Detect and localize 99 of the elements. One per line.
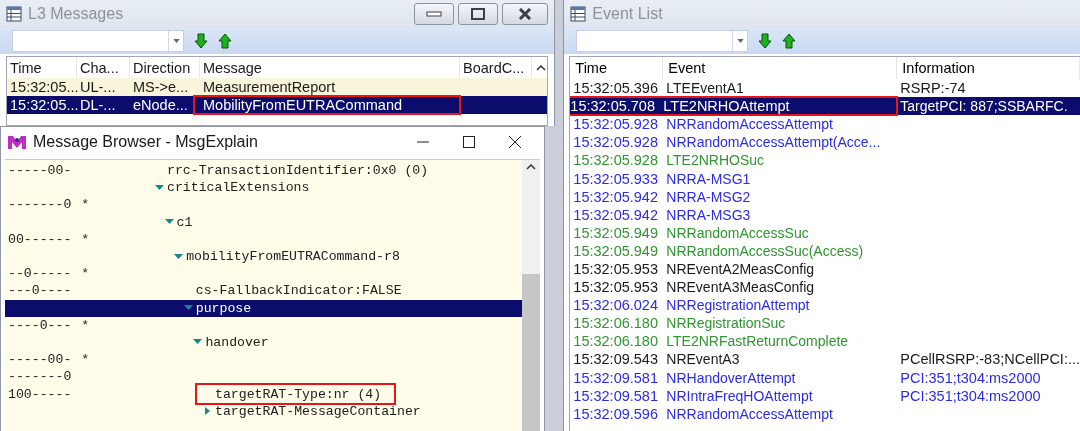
table-cell-text: 15:32:06.180: [572, 332, 659, 351]
bit-pattern: 100-----: [8, 386, 72, 402]
bit-pattern: 00------: [8, 231, 72, 247]
window-title: L3 Messages: [28, 5, 124, 23]
dropdown-caret-icon: [736, 39, 744, 43]
table-cell-text: NRRegistrationAttempt: [665, 296, 811, 315]
column-header[interactable]: Event: [663, 57, 898, 79]
down-arrow-icon[interactable]: [758, 33, 773, 49]
table-cell-text: NRIntraFreqHOAttempt: [665, 386, 814, 405]
table-cell-text: UL-...: [79, 78, 117, 96]
table-cell-text: 15:32:05.928: [572, 115, 659, 134]
table-cell-text: 15:32:06.024: [572, 296, 659, 315]
table-cell-text: 15:32:09.596: [572, 404, 659, 423]
up-arrow-icon[interactable]: [218, 33, 232, 49]
table-cell-text: 15:32:05.942: [572, 187, 659, 206]
column-header[interactable]: Time: [570, 57, 664, 79]
tree-node-label[interactable]: targetRAT-MessageContainer: [215, 403, 421, 419]
maximize-icon: [471, 8, 486, 20]
app-logo-icon: [7, 134, 27, 150]
tree-node-label[interactable]: c1: [176, 214, 193, 230]
down-arrow-icon[interactable]: [194, 33, 208, 49]
marker-text: *: [81, 317, 90, 333]
maximize-button[interactable]: [458, 3, 499, 25]
table-cell-text: 15:32:05.928: [572, 151, 659, 170]
close-icon: [518, 8, 533, 20]
table-cell-text: 15:32:09.581: [572, 386, 659, 405]
window-title: Message Browser - MsgExplain: [33, 133, 258, 151]
table-cell-text: NRRA-MSG3: [665, 205, 752, 224]
table-cell-text: 15:32:05.953: [572, 260, 659, 279]
bit-pattern: -----00-: [8, 163, 72, 179]
bit-pattern: ---0----: [8, 283, 72, 299]
table-cell-text: 15:32:05...: [9, 96, 77, 114]
table-cell-text: eNode...: [132, 96, 189, 114]
table-cell-text: PCellRSRP:-83;NCellPCI:...: [899, 350, 1080, 369]
table-cell-text: NREventA2MeasConfig: [665, 260, 816, 279]
table-cell-text: NRRandomAccessAttempt: [665, 404, 834, 423]
marker-text: *: [81, 352, 90, 368]
table-cell-text: DL-...: [79, 96, 117, 114]
table-cell-text: 15:32:09.581: [572, 368, 659, 387]
marker-text: *: [81, 231, 90, 247]
table-cell-text: 15:32:05.942: [572, 205, 659, 224]
tree-node-label[interactable]: cs-FallbackIndicator:FALSE: [195, 283, 402, 299]
table-cell-text: LTEEventA1: [665, 79, 745, 98]
window-title: Event List: [592, 5, 663, 23]
table-cell: MobilityFromEUTRACommand: [203, 96, 402, 114]
tree-node-label[interactable]: rrc-TransactionIdentifier:0x0 (0): [167, 163, 429, 179]
maximize-button[interactable]: [463, 136, 475, 148]
table-cell-text: RSRP:-74: [899, 79, 967, 98]
scroll-up-icon[interactable]: [536, 64, 547, 71]
marker-text: *: [81, 197, 90, 213]
table-cell-text: NREventA3MeasConfig: [665, 278, 816, 297]
tree-node-label[interactable]: mobilityFromEUTRACommand-r8: [186, 249, 400, 265]
tree-node-label[interactable]: targetRAT-Type:nr (4): [215, 384, 382, 405]
scrollbar[interactable]: [522, 160, 540, 431]
close-button[interactable]: [509, 136, 521, 148]
tree-node-label[interactable]: purpose: [195, 300, 252, 316]
bit-pattern: -----00-: [8, 352, 72, 368]
table-cell-text: PCI:351;t304:ms2000: [899, 368, 1042, 387]
table-icon: [6, 6, 22, 22]
tree-node-label[interactable]: criticalExtensions: [167, 180, 310, 196]
expanded-triangle-icon[interactable]: [154, 182, 167, 193]
table-cell-text: NRRandomAccessAttempt(Acce...: [665, 133, 882, 152]
bit-pattern: -------0: [8, 369, 72, 385]
table-cell-text: NRRegistrationSuc: [665, 314, 787, 333]
table-cell-text: 15:32:05.933: [572, 169, 659, 188]
table-cell-text: NRRandomAccessSuc: [665, 223, 810, 242]
table-cell-text: LTE2NRFastReturnComplete: [665, 332, 850, 351]
bit-pattern: ----0---: [8, 317, 72, 333]
table-cell-text: MeasurementReport: [202, 78, 337, 96]
table-cell-text: 15:32:05.396: [572, 79, 659, 98]
table-cell-text: MS->e...: [132, 78, 190, 96]
table-cell-text: 15:32:05.949: [572, 241, 659, 260]
table-cell-text: 15:32:05.928: [572, 133, 659, 152]
table-cell-text: LTE2NRHOSuc: [665, 151, 766, 170]
tree-node-label[interactable]: handover: [205, 334, 269, 350]
table-cell-text: 15:32:05...: [9, 78, 77, 96]
column-header[interactable]: Information: [897, 57, 1080, 79]
bit-pattern: -------0: [8, 197, 72, 213]
table-cell-text: NRRandomAccessSuc(Access): [665, 241, 865, 260]
table-cell-text: NRHandoverAttempt: [665, 368, 797, 387]
bit-pattern: --0-----: [8, 266, 72, 282]
table-cell-text: NRRA-MSG2: [665, 187, 752, 206]
dropdown-caret-icon: [172, 39, 180, 43]
table-cell-text: 15:32:06.180: [572, 314, 659, 333]
close-button[interactable]: [502, 3, 549, 25]
marker-text: *: [81, 266, 90, 282]
table-cell-text: NRRA-MSG1: [665, 169, 752, 188]
table-cell-text: 15:32:05.708: [570, 97, 656, 116]
table-cell-text: NREventA3: [665, 350, 741, 369]
table-cell-text: 15:32:05.953: [572, 278, 659, 297]
table-cell-text: PCI:351;t304:ms2000: [899, 386, 1042, 405]
table-cell-text: TargetPCI: 887;SSBARFC.: [899, 97, 1069, 116]
up-arrow-icon[interactable]: [782, 33, 797, 49]
table-icon: [570, 6, 587, 22]
table-cell-text: 15:32:05.949: [572, 223, 659, 242]
table-cell-text: LTE2NRHOAttempt: [663, 97, 791, 116]
table-cell-text: NRRandomAccessAttempt: [665, 115, 834, 134]
minimize-icon: [426, 11, 443, 17]
table-cell-text: 15:32:09.543: [572, 350, 659, 369]
